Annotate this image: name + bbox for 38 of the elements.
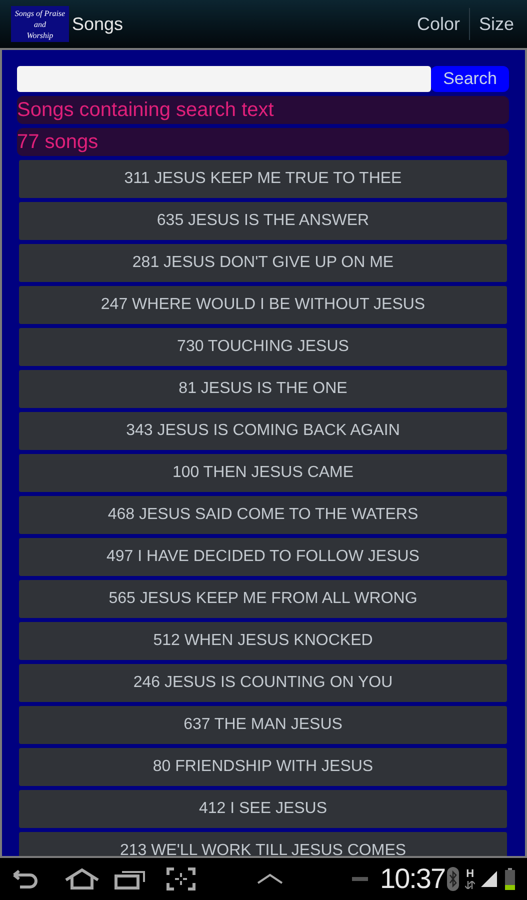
screen-title: Songs <box>72 12 124 36</box>
screenshot-icon[interactable] <box>166 867 196 891</box>
search-button[interactable]: Search <box>431 66 509 92</box>
song-item[interactable]: 343 JESUS IS COMING BACK AGAIN <box>19 412 507 450</box>
song-item[interactable]: 213 WE'LL WORK TILL JESUS COMES <box>19 832 507 856</box>
song-item[interactable]: 637 THE MAN JESUS <box>19 706 507 744</box>
bluetooth-icon <box>447 867 460 891</box>
song-item[interactable]: 512 WHEN JESUS KNOCKED <box>19 622 507 660</box>
logo-text: Worship <box>26 30 54 40</box>
song-item[interactable]: 100 THEN JESUS CAME <box>19 454 507 492</box>
data-arrows-icon <box>465 881 476 889</box>
home-icon[interactable] <box>64 868 100 890</box>
battery-icon <box>505 868 516 890</box>
song-item[interactable]: 565 JESUS KEEP ME FROM ALL WRONG <box>19 580 507 618</box>
song-item[interactable]: 468 JESUS SAID COME TO THE WATERS <box>19 496 507 534</box>
logo-text: Songs of Praise <box>14 8 66 18</box>
search-field[interactable] <box>17 66 431 92</box>
song-item[interactable]: 247 WHERE WOULD I BE WITHOUT JESUS <box>19 286 507 324</box>
action-button[interactable]: Color <box>408 0 469 48</box>
info-text: 77 songs <box>17 128 509 156</box>
song-item[interactable]: 246 JESUS IS COUNTING ON YOU <box>19 664 507 702</box>
song-item[interactable]: 497 I HAVE DECIDED TO FOLLOW JESUS <box>19 538 507 576</box>
song-item[interactable]: 311 JESUS KEEP ME TRUE TO THEE <box>19 160 507 198</box>
clock-time: 10:37 <box>380 862 446 896</box>
recent-apps-icon[interactable] <box>114 868 146 890</box>
caret-up-icon[interactable] <box>256 873 284 885</box>
signal-icon <box>481 871 498 887</box>
song-item[interactable]: 730 TOUCHING JESUS <box>19 328 507 366</box>
info-text: Songs containing search text <box>17 96 509 124</box>
back-icon[interactable] <box>10 869 40 889</box>
song-item[interactable]: 412 I SEE JESUS <box>19 790 507 828</box>
song-item[interactable]: 635 JESUS IS THE ANSWER <box>19 202 507 240</box>
song-item[interactable]: 81 JESUS IS THE ONE <box>19 370 507 408</box>
action-button[interactable]: Size <box>470 0 527 48</box>
song-item[interactable]: 281 JESUS DON'T GIVE UP ON ME <box>19 244 507 282</box>
network-type: H <box>466 869 474 880</box>
song-item[interactable]: 80 FRIENDSHIP WITH JESUS <box>19 748 507 786</box>
logo-text: and <box>34 18 46 30</box>
